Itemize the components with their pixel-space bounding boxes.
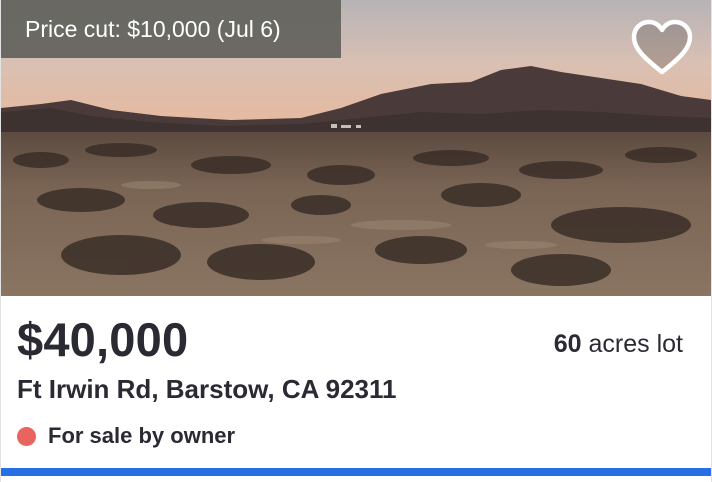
lot-size-unit: acres lot: [588, 330, 683, 358]
listing-card[interactable]: Price cut: $10,000 (Jul 6) $40,000 60 ac…: [0, 0, 712, 482]
listing-status: For sale by owner: [17, 423, 235, 449]
lot-size: 60 acres lot: [554, 330, 683, 359]
heart-outline-icon: [631, 19, 693, 75]
card-accent-bar: [1, 468, 711, 476]
favorite-button[interactable]: [629, 18, 695, 78]
status-text: For sale by owner: [48, 423, 236, 448]
lot-size-value: 60: [553, 330, 582, 358]
listing-address[interactable]: Ft Irwin Rd, Barstow, CA 92311: [17, 374, 397, 405]
listing-price: $40,000: [17, 313, 189, 366]
status-dot-icon: [17, 426, 36, 446]
listing-details: $40,000 60 acres lot Ft Irwin Rd, Barsto…: [1, 296, 711, 468]
price-cut-badge: Price cut: $10,000 (Jul 6): [1, 0, 341, 58]
